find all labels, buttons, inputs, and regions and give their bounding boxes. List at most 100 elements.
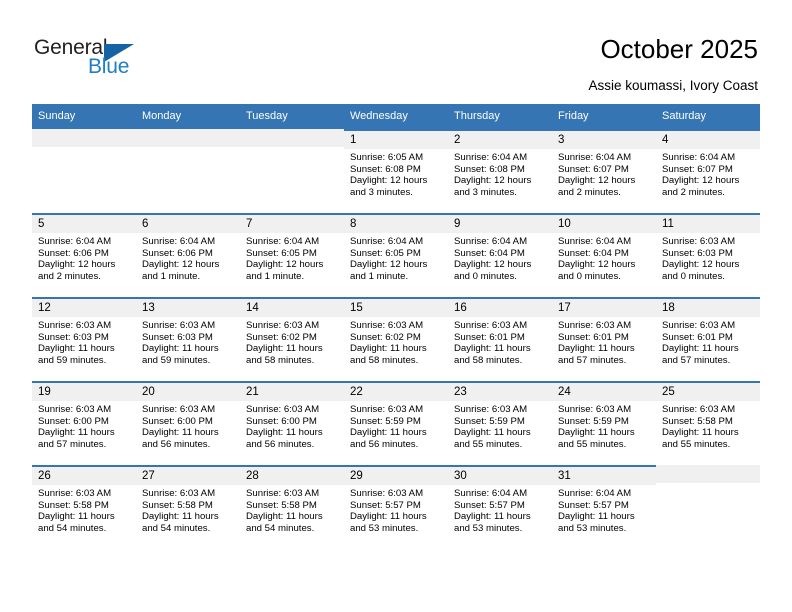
calendar-cell	[32, 129, 136, 213]
logo-text-blue: Blue	[88, 55, 130, 78]
day-cell[interactable]: 29 Sunrise: 6:03 AM Sunset: 5:57 PM Dayligh…	[344, 465, 448, 549]
day-cell[interactable]: 31 Sunrise: 6:04 AM Sunset: 5:57 PM Dayligh…	[552, 465, 656, 549]
day-number: 8	[344, 215, 448, 233]
day-details: Sunrise: 6:03 AM Sunset: 6:01 PM Daylight:…	[552, 317, 656, 366]
day-cell[interactable]: 21 Sunrise: 6:03 AM Sunset: 6:00 PM Dayligh…	[240, 381, 344, 465]
day-number: 30	[448, 467, 552, 485]
day-details: Sunrise: 6:04 AM Sunset: 6:07 PM Daylight:…	[552, 149, 656, 198]
day-cell[interactable]: 27 Sunrise: 6:03 AM Sunset: 5:58 PM Dayligh…	[136, 465, 240, 549]
sunrise-text: Sunrise: 6:03 AM	[246, 404, 320, 415]
sunset-text: Sunset: 5:58 PM	[662, 415, 733, 427]
day-cell[interactable]: 28 Sunrise: 6:03 AM Sunset: 5:58 PM Dayligh…	[240, 465, 344, 549]
day-cell[interactable]: 11 Sunrise: 6:03 AM Sunset: 6:03 PM Dayligh…	[656, 213, 760, 297]
daylight-text-line2: and 3 minutes.	[350, 186, 413, 198]
day-number: 27	[136, 467, 240, 485]
day-cell[interactable]: 14 Sunrise: 6:03 AM Sunset: 6:02 PM Dayligh…	[240, 297, 344, 381]
daylight-text-line2: and 56 minutes.	[246, 438, 315, 450]
day-cell[interactable]: 17 Sunrise: 6:03 AM Sunset: 6:01 PM Dayligh…	[552, 297, 656, 381]
day-cell[interactable]: 1 Sunrise: 6:05 AM Sunset: 6:08 PM Daylight…	[344, 129, 448, 213]
sunrise-text: Sunrise: 6:03 AM	[246, 488, 320, 499]
sunset-text: Sunset: 6:03 PM	[142, 331, 213, 343]
sunrise-text: Sunrise: 6:03 AM	[350, 404, 424, 415]
day-cell[interactable]: 8 Sunrise: 6:04 AM Sunset: 6:05 PM Daylight…	[344, 213, 448, 297]
sunrise-text: Sunrise: 6:03 AM	[662, 404, 736, 415]
day-number: 21	[240, 383, 344, 401]
day-cell[interactable]: 12 Sunrise: 6:03 AM Sunset: 6:03 PM Dayligh…	[32, 297, 136, 381]
day-cell[interactable]: 23 Sunrise: 6:03 AM Sunset: 5:59 PM Dayligh…	[448, 381, 552, 465]
daylight-text-line1: Daylight: 12 hours	[38, 259, 116, 271]
day-cell[interactable]: 30 Sunrise: 6:04 AM Sunset: 5:57 PM Dayligh…	[448, 465, 552, 549]
day-number: 15	[344, 299, 448, 317]
day-cell[interactable]: 19 Sunrise: 6:03 AM Sunset: 6:00 PM Dayligh…	[32, 381, 136, 465]
day-cell-empty	[240, 129, 344, 213]
daylight-text-line2: and 55 minutes.	[662, 438, 731, 450]
day-cell[interactable]: 25 Sunrise: 6:03 AM Sunset: 5:58 PM Dayligh…	[656, 381, 760, 465]
calendar-cell: 25 Sunrise: 6:03 AM Sunset: 5:58 PM Dayligh…	[656, 381, 760, 465]
calendar-cell: 13 Sunrise: 6:03 AM Sunset: 6:03 PM Dayligh…	[136, 297, 240, 381]
calendar-cell: 3 Sunrise: 6:04 AM Sunset: 6:07 PM Daylight…	[552, 129, 656, 213]
day-number: 9	[448, 215, 552, 233]
daylight-text-line1: Daylight: 12 hours	[246, 259, 324, 271]
daylight-text-line2: and 53 minutes.	[558, 522, 627, 534]
day-number	[32, 129, 136, 147]
daylight-text-line1: Daylight: 12 hours	[662, 259, 740, 271]
day-cell[interactable]: 13 Sunrise: 6:03 AM Sunset: 6:03 PM Dayligh…	[136, 297, 240, 381]
day-cell[interactable]: 20 Sunrise: 6:03 AM Sunset: 6:00 PM Dayligh…	[136, 381, 240, 465]
sunrise-text: Sunrise: 6:04 AM	[454, 488, 528, 499]
day-number: 10	[552, 215, 656, 233]
day-cell[interactable]: 2 Sunrise: 6:04 AM Sunset: 6:08 PM Daylight…	[448, 129, 552, 213]
calendar-week-row: 1 Sunrise: 6:05 AM Sunset: 6:08 PM Daylight…	[32, 129, 760, 213]
day-cell[interactable]: 9 Sunrise: 6:04 AM Sunset: 6:04 PM Daylight…	[448, 213, 552, 297]
sunset-text: Sunset: 6:01 PM	[558, 331, 629, 343]
day-cell[interactable]: 15 Sunrise: 6:03 AM Sunset: 6:02 PM Dayligh…	[344, 297, 448, 381]
daylight-text-line1: Daylight: 11 hours	[38, 511, 115, 523]
sunrise-text: Sunrise: 6:03 AM	[558, 404, 632, 415]
daylight-text-line2: and 56 minutes.	[142, 438, 211, 450]
day-cell[interactable]: 16 Sunrise: 6:03 AM Sunset: 6:01 PM Dayligh…	[448, 297, 552, 381]
daylight-text-line2: and 54 minutes.	[38, 522, 107, 534]
weekday-header-sunday: Sunday	[32, 104, 136, 129]
daylight-text-line2: and 1 minute.	[350, 270, 409, 282]
general-blue-logo[interactable]: General Blue	[34, 36, 174, 86]
calendar-cell: 14 Sunrise: 6:03 AM Sunset: 6:02 PM Dayligh…	[240, 297, 344, 381]
daylight-text-line1: Daylight: 11 hours	[454, 511, 531, 523]
daylight-text-line2: and 59 minutes.	[142, 354, 211, 366]
day-number: 7	[240, 215, 344, 233]
day-cell[interactable]: 26 Sunrise: 6:03 AM Sunset: 5:58 PM Dayligh…	[32, 465, 136, 549]
sunrise-text: Sunrise: 6:04 AM	[350, 236, 424, 247]
weekday-header-saturday: Saturday	[656, 104, 760, 129]
daylight-text-line1: Daylight: 11 hours	[454, 343, 531, 355]
daylight-text-line2: and 57 minutes.	[38, 438, 107, 450]
calendar-cell: 20 Sunrise: 6:03 AM Sunset: 6:00 PM Dayligh…	[136, 381, 240, 465]
daylight-text-line2: and 58 minutes.	[246, 354, 315, 366]
day-cell[interactable]: 18 Sunrise: 6:03 AM Sunset: 6:01 PM Dayligh…	[656, 297, 760, 381]
day-number: 29	[344, 467, 448, 485]
daylight-text-line1: Daylight: 11 hours	[350, 343, 427, 355]
day-number: 26	[32, 467, 136, 485]
day-cell[interactable]: 22 Sunrise: 6:03 AM Sunset: 5:59 PM Dayligh…	[344, 381, 448, 465]
day-cell[interactable]: 7 Sunrise: 6:04 AM Sunset: 6:05 PM Daylight…	[240, 213, 344, 297]
calendar-page: General Blue October 2025 Assie koumassi…	[0, 0, 792, 612]
day-details: Sunrise: 6:03 AM Sunset: 6:02 PM Daylight:…	[344, 317, 448, 366]
calendar-cell: 21 Sunrise: 6:03 AM Sunset: 6:00 PM Dayligh…	[240, 381, 344, 465]
day-number	[240, 129, 344, 147]
daylight-text-line2: and 0 minutes.	[558, 270, 621, 282]
daylight-text-line1: Daylight: 12 hours	[142, 259, 220, 271]
sunrise-text: Sunrise: 6:03 AM	[38, 488, 112, 499]
day-number: 31	[552, 467, 656, 485]
day-cell[interactable]: 5 Sunrise: 6:04 AM Sunset: 6:06 PM Daylight…	[32, 213, 136, 297]
day-number: 23	[448, 383, 552, 401]
day-number: 12	[32, 299, 136, 317]
day-number: 3	[552, 131, 656, 149]
weekday-header-wednesday: Wednesday	[344, 104, 448, 129]
day-cell[interactable]: 3 Sunrise: 6:04 AM Sunset: 6:07 PM Daylight…	[552, 129, 656, 213]
day-cell[interactable]: 4 Sunrise: 6:04 AM Sunset: 6:07 PM Daylight…	[656, 129, 760, 213]
day-cell[interactable]: 24 Sunrise: 6:03 AM Sunset: 5:59 PM Dayligh…	[552, 381, 656, 465]
daylight-text-line2: and 57 minutes.	[558, 354, 627, 366]
day-cell[interactable]: 10 Sunrise: 6:04 AM Sunset: 6:04 PM Dayligh…	[552, 213, 656, 297]
day-cell[interactable]: 6 Sunrise: 6:04 AM Sunset: 6:06 PM Daylight…	[136, 213, 240, 297]
sunrise-text: Sunrise: 6:04 AM	[454, 236, 528, 247]
daylight-text-line2: and 2 minutes.	[38, 270, 101, 282]
daylight-text-line1: Daylight: 11 hours	[662, 343, 739, 355]
daylight-text-line2: and 55 minutes.	[558, 438, 627, 450]
